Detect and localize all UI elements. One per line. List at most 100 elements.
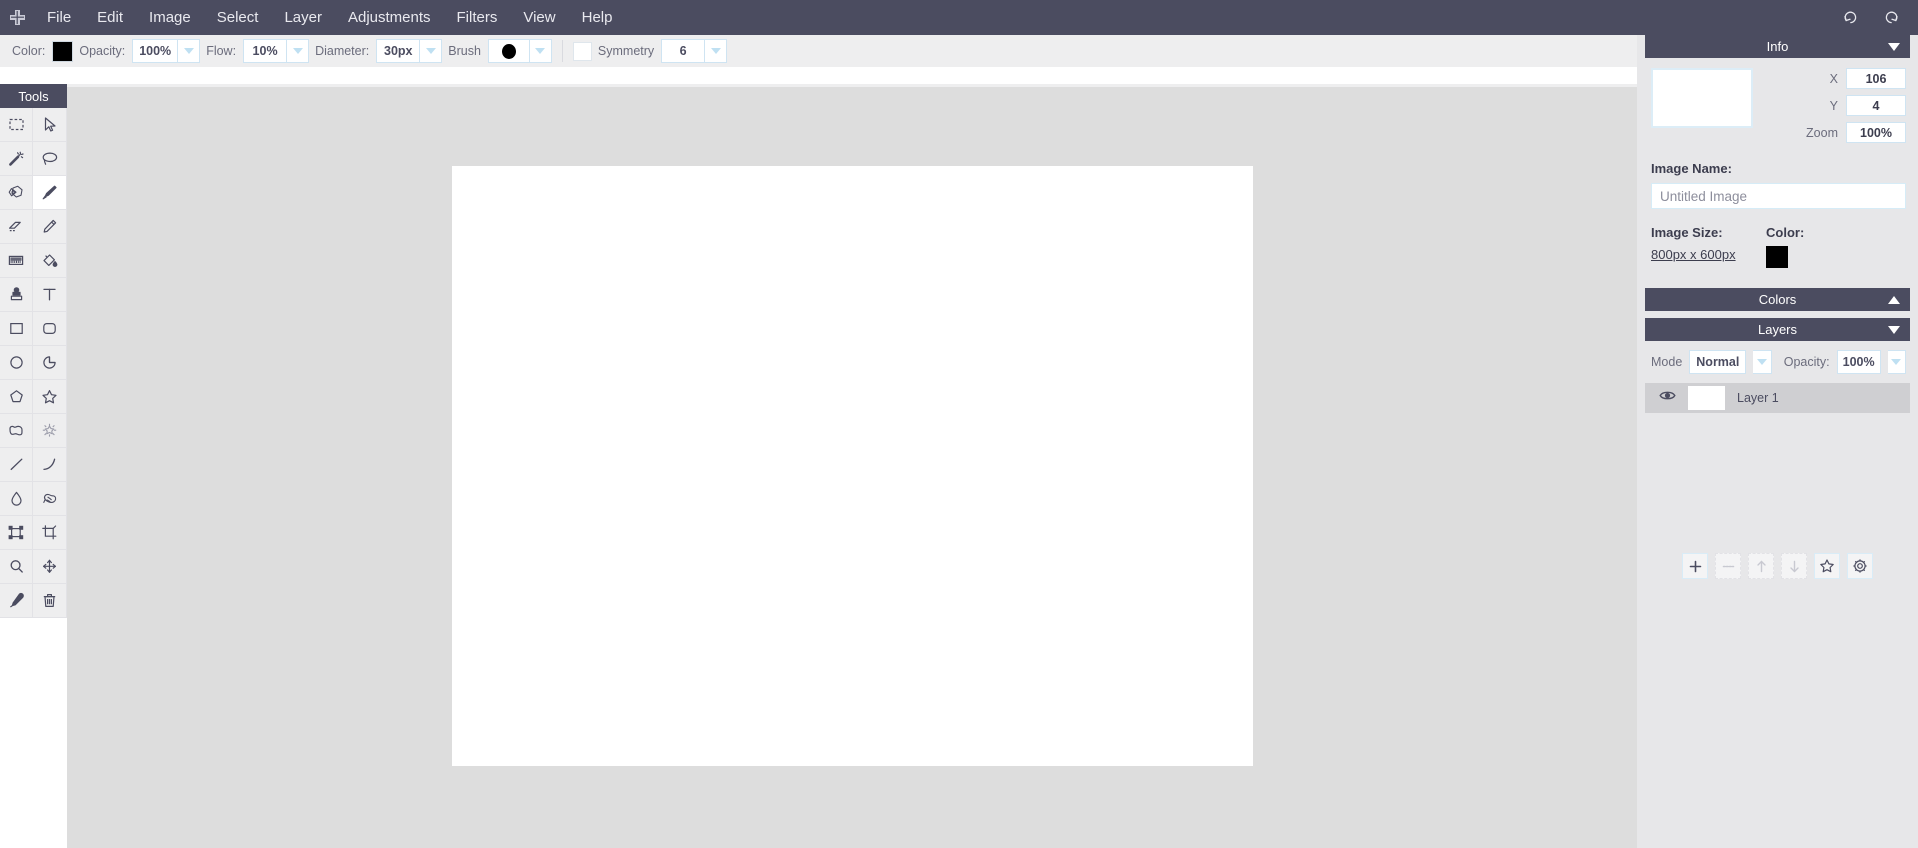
- layer-mode-dropdown-button[interactable]: [1753, 350, 1772, 374]
- opacity-input[interactable]: 100%: [132, 39, 179, 63]
- tool-pie[interactable]: [33, 346, 67, 380]
- menu-image[interactable]: Image: [136, 0, 204, 35]
- layer-mode-select[interactable]: Normal: [1689, 350, 1747, 374]
- tool-curve[interactable]: [33, 448, 67, 482]
- brush-preview-button[interactable]: [487, 39, 530, 63]
- tool-stamp[interactable]: [0, 278, 33, 312]
- canvas-stage[interactable]: [67, 84, 1637, 848]
- tool-eraser[interactable]: [0, 210, 33, 244]
- symmetry-count-input[interactable]: 6: [661, 39, 706, 63]
- tool-text[interactable]: [33, 278, 67, 312]
- menu-adjustments[interactable]: Adjustments: [335, 0, 444, 35]
- chevron-up-icon[interactable]: [1888, 295, 1900, 304]
- diameter-input[interactable]: 30px: [376, 39, 421, 63]
- add-layer-button[interactable]: [1682, 553, 1708, 579]
- tool-paint-brush[interactable]: [33, 176, 67, 210]
- menu-filters[interactable]: Filters: [444, 0, 511, 35]
- info-color-label: Color:: [1766, 225, 1805, 240]
- move-layer-down-button[interactable]: [1781, 553, 1807, 579]
- brush-dropdown-button[interactable]: [529, 39, 552, 63]
- symmetry-checkbox[interactable]: [572, 41, 592, 61]
- colors-panel-header[interactable]: Colors: [1645, 288, 1910, 311]
- tool-smudge[interactable]: [33, 482, 67, 516]
- cursor-x-value[interactable]: 106: [1846, 68, 1906, 89]
- stage-top-strip: [67, 84, 1637, 87]
- right-dock: Info X 106 Y 4 Zoom 100% Image Name: Unt…: [1637, 35, 1918, 848]
- chevron-down-icon[interactable]: [1888, 42, 1900, 51]
- layer-settings-button[interactable]: [1847, 553, 1873, 579]
- remove-layer-button[interactable]: [1715, 553, 1741, 579]
- menu-edit[interactable]: Edit: [84, 0, 136, 35]
- tool-blob[interactable]: [0, 414, 33, 448]
- undo-icon[interactable]: [1838, 5, 1864, 31]
- app-logo-icon[interactable]: [0, 0, 34, 35]
- redo-icon[interactable]: [1878, 5, 1904, 31]
- color-swatch-button[interactable]: [52, 40, 74, 62]
- layer-opacity-dropdown-button[interactable]: [1887, 350, 1906, 374]
- tool-crop[interactable]: [33, 516, 67, 550]
- menu-file[interactable]: File: [34, 0, 84, 35]
- tool-ellipse[interactable]: [0, 346, 33, 380]
- zoom-label: Zoom: [1806, 125, 1838, 140]
- image-editor-window: File Edit Image Select Layer Adjustments…: [0, 0, 1918, 848]
- info-panel-body: X 106 Y 4 Zoom 100% Image Name: Untitled…: [1637, 58, 1918, 276]
- tool-color-tag[interactable]: [0, 176, 33, 210]
- tool-line[interactable]: [0, 448, 33, 482]
- info-panel-title: Info: [1766, 39, 1789, 54]
- symmetry-dropdown-button[interactable]: [705, 39, 728, 63]
- chevron-down-icon[interactable]: [1888, 325, 1900, 334]
- image-size-link[interactable]: 800px x 600px: [1651, 247, 1736, 262]
- image-name-input[interactable]: [1651, 183, 1906, 209]
- menu-help[interactable]: Help: [569, 0, 626, 35]
- image-thumbnail: [1651, 68, 1753, 128]
- tool-gradient[interactable]: [0, 244, 33, 278]
- tool-sparkle-star[interactable]: [33, 414, 67, 448]
- menu-select[interactable]: Select: [204, 0, 272, 35]
- zoom-value[interactable]: 100%: [1846, 122, 1906, 143]
- tool-pencil[interactable]: [33, 210, 67, 244]
- tools-palette-title: Tools: [0, 84, 67, 108]
- move-layer-up-button[interactable]: [1748, 553, 1774, 579]
- layer-row[interactable]: Layer 1: [1645, 383, 1910, 413]
- layer-visibility-eye-icon[interactable]: [1659, 389, 1676, 407]
- tool-eyedropper[interactable]: [0, 584, 33, 618]
- flow-input[interactable]: 10%: [243, 39, 288, 63]
- tool-marquee[interactable]: [0, 108, 33, 142]
- chevron-down-icon: [535, 48, 546, 54]
- tool-delete[interactable]: [33, 584, 67, 618]
- chevron-down-icon: [1757, 359, 1768, 365]
- menu-layer[interactable]: Layer: [271, 0, 335, 35]
- layer-list: Layer 1: [1637, 383, 1918, 413]
- tools-grid: [0, 108, 67, 618]
- tool-pentagon[interactable]: [0, 380, 33, 414]
- diameter-dropdown-button[interactable]: [420, 39, 443, 63]
- tool-move-selection[interactable]: [33, 108, 67, 142]
- menu-view[interactable]: View: [510, 0, 568, 35]
- tool-zoom[interactable]: [0, 550, 33, 584]
- tool-magic-wand[interactable]: [0, 142, 33, 176]
- tool-rounded-rectangle[interactable]: [33, 312, 67, 346]
- opacity-dropdown-button[interactable]: [178, 39, 201, 63]
- layer-opacity-input[interactable]: 100%: [1836, 350, 1881, 374]
- tool-water-drop[interactable]: [0, 482, 33, 516]
- info-color-swatch[interactable]: [1766, 246, 1788, 268]
- symmetry-label: Symmetry: [597, 44, 655, 58]
- layers-panel-header[interactable]: Layers: [1645, 318, 1910, 341]
- layer-options-row: Mode Normal Opacity: 100%: [1637, 341, 1918, 383]
- tool-rectangle[interactable]: [0, 312, 33, 346]
- tool-transform[interactable]: [0, 516, 33, 550]
- image-canvas[interactable]: [452, 166, 1253, 766]
- tool-star[interactable]: [33, 380, 67, 414]
- info-panel-header[interactable]: Info: [1645, 35, 1910, 58]
- tool-options-bar: Color: Opacity: 100% Flow: 10% Diameter:…: [0, 35, 1918, 67]
- chevron-down-icon: [183, 48, 194, 54]
- layer-effects-button[interactable]: [1814, 553, 1840, 579]
- tool-paint-bucket[interactable]: [33, 244, 67, 278]
- zoom-row: Zoom 100%: [1771, 122, 1906, 143]
- tool-lasso[interactable]: [33, 142, 67, 176]
- tool-pan[interactable]: [33, 550, 67, 584]
- flow-dropdown-button[interactable]: [287, 39, 310, 63]
- opacity-label: Opacity:: [79, 44, 126, 58]
- cursor-y-value[interactable]: 4: [1846, 95, 1906, 116]
- cursor-x-label: X: [1829, 71, 1838, 86]
